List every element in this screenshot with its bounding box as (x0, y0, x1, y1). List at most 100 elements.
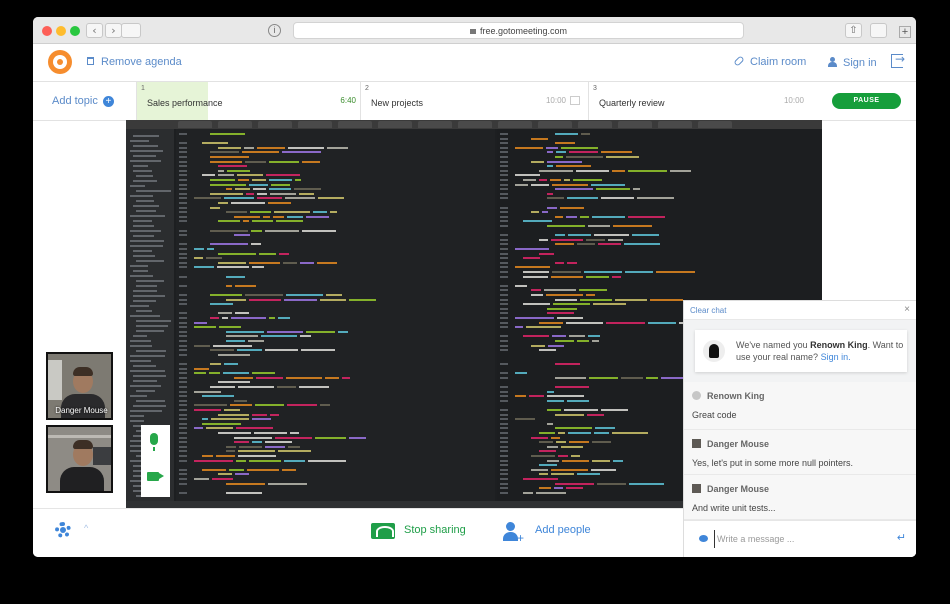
file-tree-row[interactable] (133, 380, 157, 382)
agenda-topic[interactable]: 3 Quarterly review 10:00 (588, 82, 812, 120)
file-tree-row[interactable] (133, 335, 147, 337)
file-tree-row[interactable] (130, 150, 163, 152)
editor-tab[interactable] (698, 121, 732, 128)
file-tree-row[interactable] (133, 255, 155, 257)
add-people-icon[interactable]: + (503, 522, 524, 544)
editor-tab[interactable] (658, 121, 692, 128)
file-tree-row[interactable] (130, 385, 161, 387)
editor-tab[interactable] (178, 121, 212, 128)
sign-in-link[interactable]: Sign in. (821, 352, 851, 362)
editor-tab[interactable] (538, 121, 572, 128)
file-tree-row[interactable] (133, 155, 156, 157)
file-tree-row[interactable] (133, 135, 159, 137)
screen-share-icon[interactable] (371, 523, 395, 539)
sign-in-button[interactable]: Sign in (828, 56, 877, 69)
file-tree-row[interactable] (136, 390, 155, 392)
gear-icon[interactable] (55, 522, 71, 538)
agenda-topic[interactable]: 1 Sales performance 6:40 (136, 82, 360, 120)
editor-tab[interactable] (378, 121, 412, 128)
topic-drag-handle-icon[interactable] (570, 96, 580, 105)
file-tree-row[interactable] (136, 320, 171, 322)
forward-button[interactable]: › (105, 23, 122, 38)
file-tree-row[interactable] (130, 370, 165, 372)
file-tree-row[interactable] (136, 200, 154, 202)
file-tree-row[interactable] (130, 195, 153, 197)
editor-tab[interactable] (458, 121, 492, 128)
file-tree-row[interactable] (130, 265, 148, 267)
file-tree-row[interactable] (133, 300, 156, 302)
editor-tab[interactable] (418, 121, 452, 128)
file-tree-row[interactable] (130, 345, 152, 347)
editor-tab[interactable] (498, 121, 532, 128)
agenda-topic[interactable]: 2 New projects 10:00 (360, 82, 588, 120)
editor-tab[interactable] (218, 121, 252, 128)
microphone-icon[interactable] (150, 433, 158, 451)
file-tree-row[interactable] (130, 240, 164, 242)
file-tree-row[interactable] (133, 270, 148, 272)
tabs-overview-icon[interactable] (870, 23, 887, 38)
file-tree-row[interactable] (133, 295, 165, 297)
zoom-window-button[interactable] (70, 26, 80, 36)
add-people-button[interactable]: Add people (535, 524, 591, 536)
file-tree-row[interactable] (133, 250, 152, 252)
file-tree-row[interactable] (136, 175, 153, 177)
editor-tab[interactable] (578, 121, 612, 128)
minimize-window-button[interactable] (56, 26, 66, 36)
chevron-up-icon[interactable]: ^ (84, 523, 88, 533)
file-tree-row[interactable] (130, 415, 144, 417)
file-tree-row[interactable] (136, 280, 164, 282)
editor-tab[interactable] (618, 121, 652, 128)
sidebar-toggle-icon[interactable] (121, 23, 141, 38)
file-tree-row[interactable] (130, 140, 149, 142)
new-tab-button[interactable]: + (899, 26, 911, 38)
file-tree-row[interactable] (136, 330, 164, 332)
file-tree-row[interactable] (136, 260, 164, 262)
file-tree-row[interactable] (130, 315, 160, 317)
back-button[interactable]: ‹ (86, 23, 103, 38)
file-tree-row[interactable] (133, 170, 152, 172)
pause-button[interactable]: PAUSE (832, 93, 901, 109)
stop-sharing-button[interactable]: Stop sharing (404, 524, 466, 536)
editor-tab[interactable] (338, 121, 372, 128)
file-tree-row[interactable] (130, 420, 144, 422)
file-tree-row[interactable] (133, 220, 152, 222)
file-tree-row[interactable] (130, 185, 145, 187)
file-tree-row[interactable] (136, 350, 166, 352)
file-tree-row[interactable] (130, 245, 163, 247)
camera-icon[interactable] (147, 472, 164, 481)
file-tree-row[interactable] (136, 310, 152, 312)
file-tree-row[interactable] (130, 395, 147, 397)
file-tree-row[interactable] (136, 285, 157, 287)
close-window-button[interactable] (42, 26, 52, 36)
remove-agenda-button[interactable]: Remove agenda (87, 56, 182, 68)
file-tree-row[interactable] (130, 160, 161, 162)
share-icon[interactable]: ⇧ (845, 23, 862, 38)
leave-meeting-icon[interactable] (891, 52, 905, 68)
clear-chat-button[interactable]: Clear chat (690, 306, 726, 315)
file-tree-row[interactable] (136, 400, 165, 402)
file-tree-row[interactable] (133, 375, 166, 377)
file-tree-row[interactable] (130, 230, 161, 232)
file-tree-row[interactable] (130, 215, 165, 217)
info-icon[interactable]: i (268, 24, 281, 37)
file-tree-row[interactable] (133, 225, 154, 227)
file-tree-row[interactable] (130, 360, 151, 362)
file-tree-row[interactable] (136, 325, 168, 327)
add-topic-button[interactable]: Add topic + (52, 95, 114, 107)
file-tree-row[interactable] (133, 405, 166, 407)
send-enter-icon[interactable]: ↵ (897, 531, 906, 544)
file-tree-row[interactable] (133, 290, 157, 292)
file-tree-row[interactable] (130, 410, 162, 412)
file-tree-row[interactable] (136, 190, 171, 192)
chat-message-input[interactable] (714, 530, 874, 548)
editor-tab[interactable] (298, 121, 332, 128)
file-tree-row[interactable] (130, 275, 153, 277)
file-tree-row[interactable] (133, 235, 154, 237)
editor-tab[interactable] (258, 121, 292, 128)
claim-room-button[interactable]: Claim room (733, 55, 806, 68)
close-icon[interactable]: × (904, 304, 910, 315)
file-tree-row[interactable] (136, 210, 156, 212)
file-tree-row[interactable] (130, 305, 149, 307)
file-tree-row[interactable] (133, 165, 148, 167)
file-tree-row[interactable] (130, 355, 165, 357)
